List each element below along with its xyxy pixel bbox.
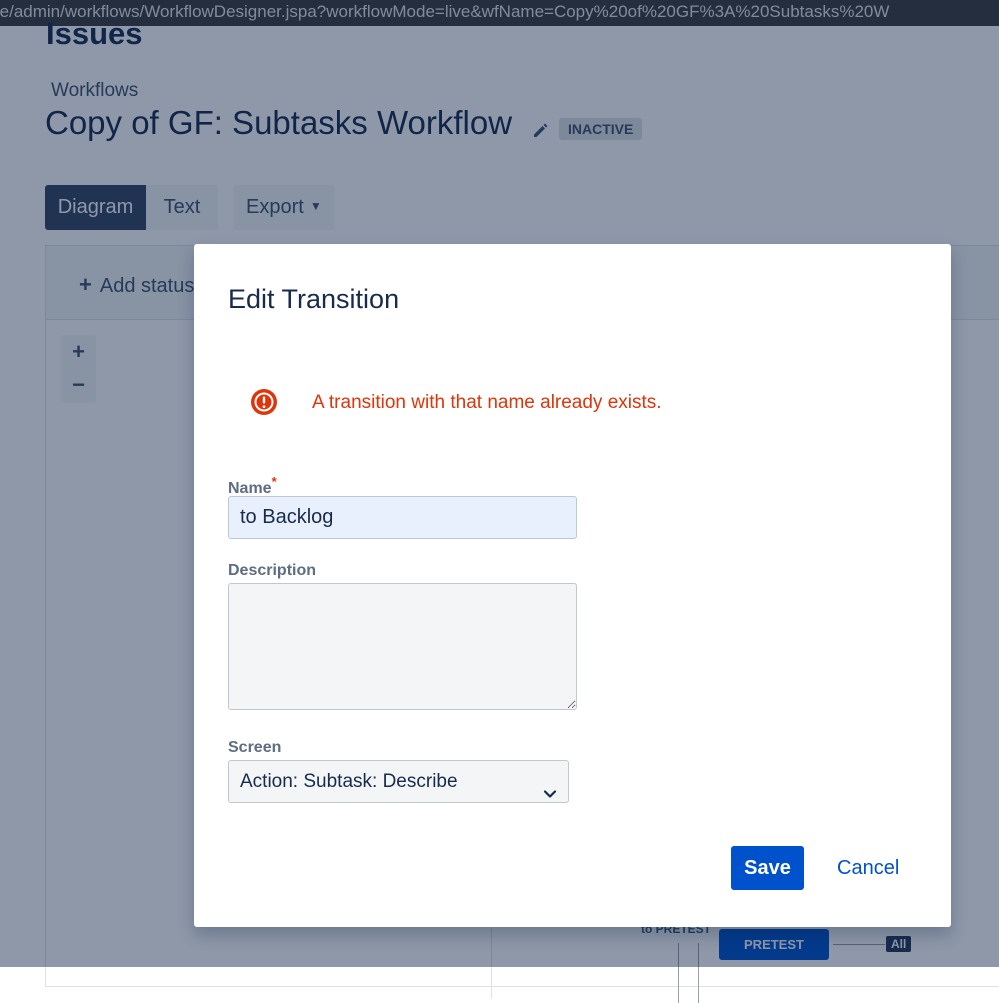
error-icon	[250, 388, 278, 416]
description-label: Description	[228, 562, 317, 579]
name-input[interactable]	[228, 496, 577, 539]
edit-transition-dialog: Edit Transition A transition with that n…	[194, 244, 951, 927]
required-marker: *	[271, 474, 277, 489]
name-label: Name*	[228, 474, 277, 498]
error-message: A transition with that name already exis…	[312, 392, 662, 413]
screen-label: Screen	[228, 739, 282, 756]
save-button[interactable]: Save	[731, 846, 804, 890]
name-label-text: Name	[228, 480, 272, 497]
description-textarea[interactable]	[228, 583, 577, 710]
dialog-title: Edit Transition	[228, 284, 400, 314]
screen-select-value: Action: Subtask: Describe	[240, 771, 458, 792]
screen-select[interactable]: Action: Subtask: Describe	[228, 760, 569, 803]
cancel-link[interactable]: Cancel	[837, 857, 899, 880]
chevron-down-icon	[543, 775, 557, 798]
